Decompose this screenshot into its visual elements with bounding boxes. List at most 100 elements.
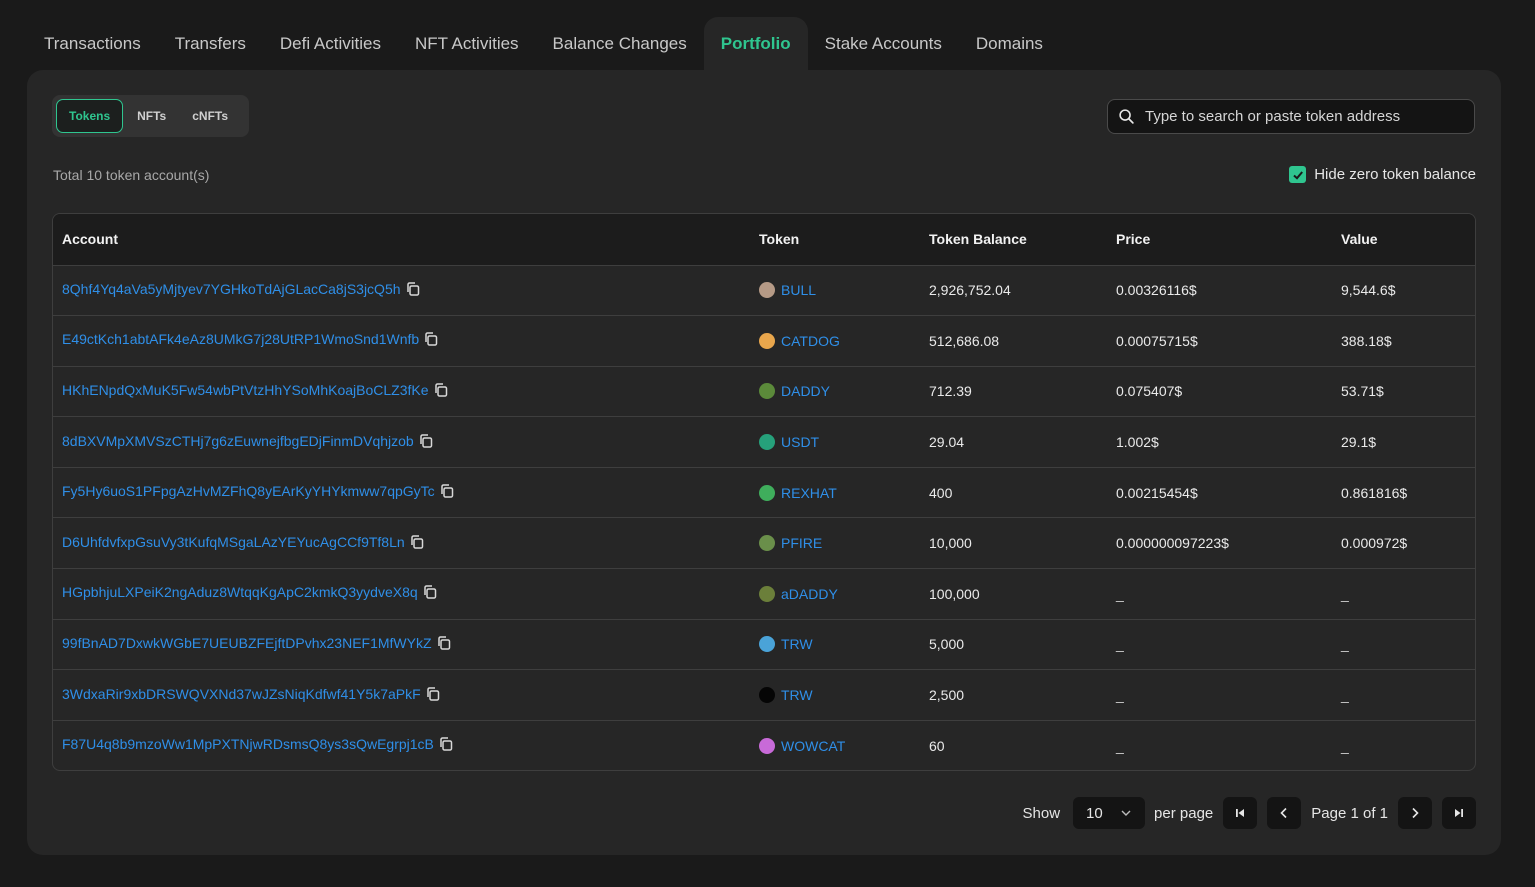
hide-zero-toggle[interactable]: Hide zero token balance [1289, 166, 1476, 183]
copy-button[interactable] [418, 433, 434, 452]
tab-stake-accounts[interactable]: Stake Accounts [808, 17, 959, 70]
copy-button[interactable] [409, 534, 425, 553]
chevron-right-icon [1412, 807, 1419, 819]
token-cell: USDT [750, 416, 920, 468]
last-page-button[interactable] [1442, 797, 1476, 829]
previous-page-button[interactable] [1267, 797, 1302, 829]
account-cell: 8dBXVMpXMVSzCTHj7g6zEuwnejfbgEDjFinmDVqh… [53, 416, 750, 468]
account-link[interactable]: 3WdxaRir9xbDRSWQVXNd37wJZsNiqKdfwf41Y5k7… [62, 686, 421, 702]
search-icon [1119, 109, 1134, 124]
tab-balance-changes[interactable]: Balance Changes [536, 17, 704, 70]
copy-button[interactable] [436, 635, 452, 654]
account-link[interactable]: E49ctKch1abtAFk4eAz8UMkG7j28UtRP1WmoSnd1… [62, 332, 419, 348]
token-logo-icon [759, 332, 775, 349]
account-link[interactable]: 8Qhf4Yq4aVa5yMjtyev7YGHkoTdAjGLacCa8jS3j… [62, 281, 401, 297]
copy-button[interactable] [423, 331, 439, 350]
token-logo-icon [759, 383, 775, 400]
value-cell: _ [1332, 568, 1475, 620]
token-cell: BULL [750, 265, 920, 316]
copy-icon[interactable] [439, 483, 455, 499]
price-cell: 0.00326116$ [1116, 282, 1197, 299]
token-link[interactable]: WOWCAT [781, 738, 845, 754]
account-link[interactable]: F87U4q8b9mzoWw1MpPXTNjwRDsmsQ8ys3sQwEgrp… [62, 737, 434, 753]
table-row: HKhENpdQxMuK5Fw54wbPtVtzHhYSoMhKoajBoCLZ… [53, 365, 1475, 417]
segment-cnfts[interactable]: cNFTs [180, 99, 240, 133]
tab-portfolio[interactable]: Portfolio [703, 17, 808, 70]
token-link[interactable]: TRW [781, 687, 813, 703]
copy-icon[interactable] [422, 584, 438, 600]
account-link[interactable]: D6UhfdvfxpGsuVy3tKufqMSgaLAzYEYucAgCCf9T… [62, 534, 405, 550]
table-row: E49ctKch1abtAFk4eAz8UMkG7j28UtRP1WmoSnd1… [53, 315, 1475, 367]
token-logo-icon [759, 585, 775, 602]
copy-icon[interactable] [405, 281, 421, 297]
tab-defi-activities[interactable]: Defi Activities [263, 17, 398, 70]
account-cell: 8Qhf4Yq4aVa5yMjtyev7YGHkoTdAjGLacCa8jS3j… [53, 265, 750, 316]
token-search[interactable] [1107, 99, 1475, 134]
token-logo-icon [759, 535, 775, 552]
tab-transfers[interactable]: Transfers [158, 17, 263, 70]
token-logo-icon [759, 737, 775, 754]
token-link[interactable]: aDADDY [781, 586, 838, 602]
per-page-value: 10 [1086, 804, 1103, 822]
token-logo-icon [759, 636, 775, 653]
column-header-price: Price [1107, 214, 1332, 266]
tab-nft-activities[interactable]: NFT Activities [398, 17, 536, 70]
token-logo-icon [759, 687, 775, 704]
copy-icon[interactable] [409, 534, 425, 550]
copy-button[interactable] [433, 382, 449, 401]
account-link[interactable]: 8dBXVMpXMVSzCTHj7g6zEuwnejfbgEDjFinmDVqh… [62, 433, 414, 449]
copy-button[interactable] [438, 736, 454, 755]
tab-domains[interactable]: Domains [959, 17, 1060, 70]
copy-button[interactable] [439, 483, 455, 502]
token-link[interactable]: DADDY [781, 383, 830, 399]
copy-icon[interactable] [418, 433, 434, 449]
copy-icon[interactable] [423, 331, 439, 347]
value-cell: _ [1332, 719, 1475, 770]
value-cell: _ [1332, 669, 1475, 721]
next-page-button[interactable] [1398, 797, 1432, 829]
copy-icon[interactable] [438, 736, 454, 752]
account-cell: 99fBnAD7DxwkWGbE7UEUBZFEjftDPvhx23NEF1Mf… [53, 618, 750, 670]
token-logo-icon [759, 484, 775, 501]
token-link[interactable]: BULL [781, 282, 816, 298]
token-balance-cell: 5,000 [920, 618, 1107, 670]
segment-tokens[interactable]: Tokens [56, 99, 124, 133]
page-indicator: Page 1 of 1 [1311, 804, 1388, 822]
copy-button[interactable] [425, 686, 441, 705]
tab-transactions[interactable]: Transactions [27, 17, 158, 70]
chevron-down-icon [1121, 810, 1131, 816]
show-label: Show [1022, 804, 1061, 822]
token-balance-cell: 400 [920, 466, 1107, 518]
account-cell: D6UhfdvfxpGsuVy3tKufqMSgaLAzYEYucAgCCf9T… [53, 517, 750, 569]
account-cell: F87U4q8b9mzoWw1MpPXTNjwRDsmsQ8ys3sQwEgrp… [53, 719, 750, 770]
token-link[interactable]: REXHAT [781, 485, 837, 501]
token-link[interactable]: USDT [781, 434, 819, 450]
table-row: D6UhfdvfxpGsuVy3tKufqMSgaLAzYEYucAgCCf9T… [53, 517, 1475, 569]
token-link[interactable]: PFIRE [781, 535, 822, 551]
value-cell: 53.71$ [1332, 365, 1475, 417]
copy-icon[interactable] [425, 686, 441, 702]
account-link[interactable]: HGpbhjuLXPeiK2ngAduz8WtqqKgApC2kmkQ3yydv… [62, 585, 418, 601]
account-cell: E49ctKch1abtAFk4eAz8UMkG7j28UtRP1WmoSnd1… [53, 315, 750, 367]
chevron-left-icon [1280, 807, 1287, 819]
hide-zero-checkbox[interactable] [1289, 166, 1307, 183]
token-logo-icon [759, 282, 775, 299]
column-header-token: Token [750, 214, 920, 266]
check-icon [1293, 170, 1303, 180]
account-link[interactable]: 99fBnAD7DxwkWGbE7UEUBZFEjftDPvhx23NEF1Mf… [62, 635, 432, 651]
account-link[interactable]: Fy5Hy6uoS1PFpgAzHvMZFhQ8yEArKyYHYkmww7qp… [62, 483, 435, 499]
account-link[interactable]: HKhENpdQxMuK5Fw54wbPtVtzHhYSoMhKoajBoCLZ… [62, 382, 429, 398]
price-cell: _ [1107, 568, 1332, 620]
search-input[interactable] [1143, 107, 1467, 126]
first-page-button[interactable] [1223, 797, 1258, 829]
token-link[interactable]: TRW [781, 636, 813, 652]
copy-button[interactable] [405, 281, 421, 300]
token-link[interactable]: CATDOG [781, 333, 840, 349]
copy-icon[interactable] [436, 635, 452, 651]
per-page-select[interactable]: 10 [1073, 797, 1146, 829]
copy-button[interactable] [422, 584, 438, 603]
token-logo-icon [759, 434, 775, 451]
column-header-account: Account [53, 214, 750, 266]
copy-icon[interactable] [433, 382, 449, 398]
segment-nfts[interactable]: NFTs [125, 99, 178, 133]
